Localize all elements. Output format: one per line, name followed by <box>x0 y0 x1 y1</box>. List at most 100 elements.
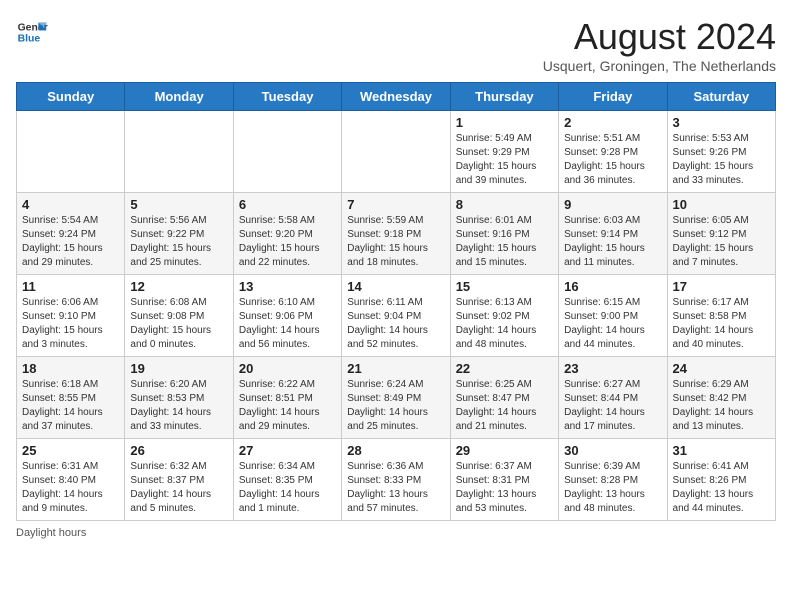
day-info: Sunrise: 6:03 AMSunset: 9:14 PMDaylight:… <box>564 214 661 270</box>
calendar-cell: 1 Sunrise: 5:49 AMSunset: 9:29 PMDaylight… <box>450 111 558 193</box>
day-number: 17 <box>673 279 770 294</box>
day-number: 14 <box>347 279 444 294</box>
day-info: Sunrise: 6:11 AMSunset: 9:04 PMDaylight:… <box>347 296 444 352</box>
calendar-cell: 15Sunrise: 6:13 AMSunset: 9:02 PMDayligh… <box>450 275 558 357</box>
day-number: 8 <box>456 197 553 212</box>
day-number: 26 <box>130 443 227 458</box>
week-row-1: 1 Sunrise: 5:49 AMSunset: 9:29 PMDaylight… <box>17 111 776 193</box>
day-info: Sunrise: 6:36 AMSunset: 8:33 PMDaylight:… <box>347 460 444 516</box>
day-number: 11 <box>22 279 119 294</box>
day-number: 4 <box>22 197 119 212</box>
day-number: 9 <box>564 197 661 212</box>
month-year-title: August 2024 <box>543 16 776 58</box>
calendar-cell: 23Sunrise: 6:27 AMSunset: 8:44 PMDayligh… <box>559 357 667 439</box>
day-info: Sunrise: 6:32 AMSunset: 8:37 PMDaylight:… <box>130 460 227 516</box>
calendar-cell: 29 Sunrise: 6:37 AMSunset: 8:31 PMDayligh… <box>450 439 558 521</box>
calendar-cell: 14 Sunrise: 6:11 AMSunset: 9:04 PMDayligh… <box>342 275 450 357</box>
day-number: 7 <box>347 197 444 212</box>
calendar-cell: 30 Sunrise: 6:39 AMSunset: 8:28 PMDayligh… <box>559 439 667 521</box>
week-row-4: 18 Sunrise: 6:18 AMSunset: 8:55 PMDayligh… <box>17 357 776 439</box>
header-friday: Friday <box>559 83 667 111</box>
week-row-5: 25 Sunrise: 6:31 AMSunset: 8:40 PMDayligh… <box>17 439 776 521</box>
day-number: 5 <box>130 197 227 212</box>
day-number: 10 <box>673 197 770 212</box>
day-info: Sunrise: 5:49 AMSunset: 9:29 PMDaylight:… <box>456 132 553 188</box>
day-number: 2 <box>564 115 661 130</box>
calendar-cell <box>17 111 125 193</box>
day-number: 30 <box>564 443 661 458</box>
day-number: 22 <box>456 361 553 376</box>
day-info: Sunrise: 6:31 AMSunset: 8:40 PMDaylight:… <box>22 460 119 516</box>
day-number: 29 <box>456 443 553 458</box>
calendar-cell: 17 Sunrise: 6:17 AMSunset: 8:58 PMDayligh… <box>667 275 775 357</box>
day-number: 31 <box>673 443 770 458</box>
footer-daylight: Daylight hours <box>16 527 776 539</box>
header: General Blue August 2024 Usquert, Gronin… <box>16 16 776 74</box>
calendar-cell: 21 Sunrise: 6:24 AMSunset: 8:49 PMDayligh… <box>342 357 450 439</box>
day-info: Sunrise: 6:41 AMSunset: 8:26 PMDaylight:… <box>673 460 770 516</box>
day-number: 13 <box>239 279 336 294</box>
calendar-cell: 6 Sunrise: 5:58 AMSunset: 9:20 PMDaylight… <box>233 193 341 275</box>
day-number: 6 <box>239 197 336 212</box>
day-number: 28 <box>347 443 444 458</box>
day-info: Sunrise: 6:20 AMSunset: 8:53 PMDaylight:… <box>130 378 227 434</box>
header-sunday: Sunday <box>17 83 125 111</box>
day-info: Sunrise: 6:25 AMSunset: 8:47 PMDaylight:… <box>456 378 553 434</box>
calendar-cell: 7 Sunrise: 5:59 AMSunset: 9:18 PMDaylight… <box>342 193 450 275</box>
calendar-cell: 16 Sunrise: 6:15 AMSunset: 9:00 PMDayligh… <box>559 275 667 357</box>
day-number: 24 <box>673 361 770 376</box>
day-info: Sunrise: 6:22 AMSunset: 8:51 PMDaylight:… <box>239 378 336 434</box>
day-number: 3 <box>673 115 770 130</box>
calendar-cell: 26 Sunrise: 6:32 AMSunset: 8:37 PMDayligh… <box>125 439 233 521</box>
calendar-cell: 28 Sunrise: 6:36 AMSunset: 8:33 PMDayligh… <box>342 439 450 521</box>
day-info: Sunrise: 6:08 AMSunset: 9:08 PMDaylight:… <box>130 296 227 352</box>
calendar-cell <box>342 111 450 193</box>
logo: General Blue <box>16 16 48 48</box>
day-number: 18 <box>22 361 119 376</box>
day-number: 16 <box>564 279 661 294</box>
calendar-cell: 12 Sunrise: 6:08 AMSunset: 9:08 PMDayligh… <box>125 275 233 357</box>
header-wednesday: Wednesday <box>342 83 450 111</box>
header-tuesday: Tuesday <box>233 83 341 111</box>
calendar-cell: 2 Sunrise: 5:51 AMSunset: 9:28 PMDaylight… <box>559 111 667 193</box>
week-row-3: 11 Sunrise: 6:06 AMSunset: 9:10 PMDayligh… <box>17 275 776 357</box>
day-info: Sunrise: 6:34 AMSunset: 8:35 PMDaylight:… <box>239 460 336 516</box>
header-monday: Monday <box>125 83 233 111</box>
day-info: Sunrise: 5:59 AMSunset: 9:18 PMDaylight:… <box>347 214 444 270</box>
day-info: Sunrise: 5:51 AMSunset: 9:28 PMDaylight:… <box>564 132 661 188</box>
day-info: Sunrise: 6:17 AMSunset: 8:58 PMDaylight:… <box>673 296 770 352</box>
calendar-cell: 24Sunrise: 6:29 AMSunset: 8:42 PMDayligh… <box>667 357 775 439</box>
day-number: 12 <box>130 279 227 294</box>
location-subtitle: Usquert, Groningen, The Netherlands <box>543 58 776 74</box>
calendar-cell: 8 Sunrise: 6:01 AMSunset: 9:16 PMDaylight… <box>450 193 558 275</box>
calendar-cell: 18 Sunrise: 6:18 AMSunset: 8:55 PMDayligh… <box>17 357 125 439</box>
calendar-cell: 22 Sunrise: 6:25 AMSunset: 8:47 PMDayligh… <box>450 357 558 439</box>
weekday-header-row: Sunday Monday Tuesday Wednesday Thursday… <box>17 83 776 111</box>
day-number: 15 <box>456 279 553 294</box>
calendar-header: Sunday Monday Tuesday Wednesday Thursday… <box>17 83 776 111</box>
day-info: Sunrise: 6:01 AMSunset: 9:16 PMDaylight:… <box>456 214 553 270</box>
day-number: 25 <box>22 443 119 458</box>
day-number: 21 <box>347 361 444 376</box>
day-number: 1 <box>456 115 553 130</box>
day-info: Sunrise: 5:58 AMSunset: 9:20 PMDaylight:… <box>239 214 336 270</box>
calendar-cell: 11 Sunrise: 6:06 AMSunset: 9:10 PMDayligh… <box>17 275 125 357</box>
day-info: Sunrise: 6:06 AMSunset: 9:10 PMDaylight:… <box>22 296 119 352</box>
calendar-cell: 3Sunrise: 5:53 AMSunset: 9:26 PMDaylight… <box>667 111 775 193</box>
day-info: Sunrise: 6:10 AMSunset: 9:06 PMDaylight:… <box>239 296 336 352</box>
header-thursday: Thursday <box>450 83 558 111</box>
day-info: Sunrise: 6:27 AMSunset: 8:44 PMDaylight:… <box>564 378 661 434</box>
calendar-body: 1 Sunrise: 5:49 AMSunset: 9:29 PMDaylight… <box>17 111 776 521</box>
day-info: Sunrise: 6:15 AMSunset: 9:00 PMDaylight:… <box>564 296 661 352</box>
title-area: August 2024 Usquert, Groningen, The Neth… <box>543 16 776 74</box>
calendar-cell: 31 Sunrise: 6:41 AMSunset: 8:26 PMDayligh… <box>667 439 775 521</box>
day-info: Sunrise: 6:37 AMSunset: 8:31 PMDaylight:… <box>456 460 553 516</box>
day-info: Sunrise: 6:05 AMSunset: 9:12 PMDaylight:… <box>673 214 770 270</box>
day-info: Sunrise: 6:39 AMSunset: 8:28 PMDaylight:… <box>564 460 661 516</box>
day-info: Sunrise: 6:18 AMSunset: 8:55 PMDaylight:… <box>22 378 119 434</box>
calendar-cell: 25 Sunrise: 6:31 AMSunset: 8:40 PMDayligh… <box>17 439 125 521</box>
calendar-cell: 10 Sunrise: 6:05 AMSunset: 9:12 PMDayligh… <box>667 193 775 275</box>
day-info: Sunrise: 6:24 AMSunset: 8:49 PMDaylight:… <box>347 378 444 434</box>
week-row-2: 4Sunrise: 5:54 AMSunset: 9:24 PMDaylight… <box>17 193 776 275</box>
header-saturday: Saturday <box>667 83 775 111</box>
